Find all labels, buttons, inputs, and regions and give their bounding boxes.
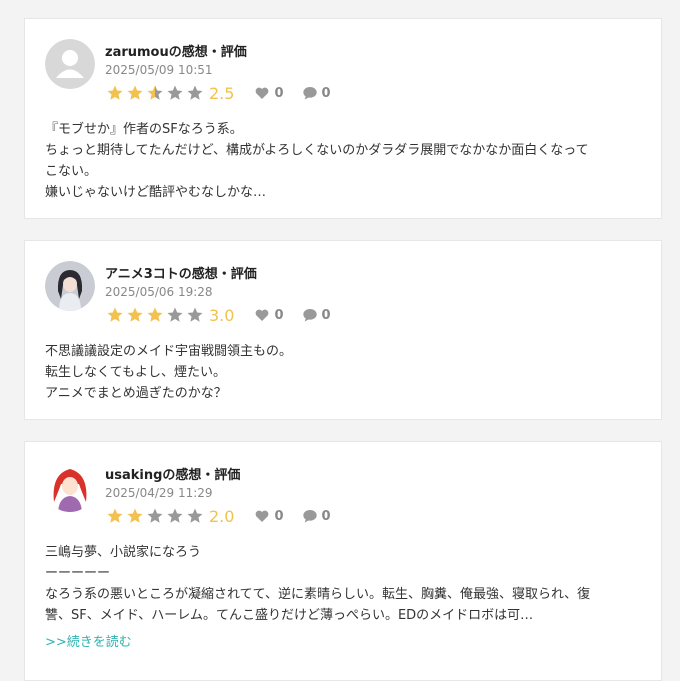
review-card: usakingの感想・評価 2025/04/29 11:29 2.0 0 0 三…: [24, 441, 662, 681]
like-count: 0: [274, 85, 284, 101]
review-meta: 2.5 0 0: [105, 83, 349, 103]
star-empty-icon: [187, 307, 203, 322]
like-count: 0: [274, 307, 284, 323]
review-line: アニメでまとめ過ぎたのかな？: [45, 386, 227, 401]
review-body: 不思議議設定のメイド宇宙戦闘領主もの。 転生しなくてもよし、煙たい。 アニメでま…: [45, 341, 645, 404]
star-empty-icon: [187, 85, 203, 100]
star-empty-icon: [187, 508, 203, 523]
rating-score: 2.0: [209, 506, 235, 526]
rating-stars: [105, 507, 205, 525]
avatar[interactable]: [45, 39, 95, 89]
like-button[interactable]: 0: [254, 85, 284, 101]
heart-icon: [256, 309, 269, 321]
review-line: 讐、SF、メイド、ハーレム。てんこ盛りだけど薄っぺらい。EDのメイドロボは可…: [45, 608, 534, 623]
default-user-icon: [45, 39, 95, 89]
review-line: 三嶋与夢、小説家になろう: [45, 545, 202, 560]
review-card: アニメ3コトの感想・評価 2025/05/06 19:28 3.0 0 0 不思…: [24, 240, 662, 420]
comment-count: 0: [321, 508, 331, 524]
review-line: 『モブせか』作者のSFなろう系。: [45, 122, 243, 137]
review-line: こない。: [45, 164, 98, 179]
speech-bubble-icon: [302, 510, 317, 523]
rating-score: 3.0: [209, 305, 235, 325]
review-card: zarumouの感想・評価 2025/05/09 10:51 2.5 0 0 『…: [24, 18, 662, 219]
like-button[interactable]: 0: [254, 307, 284, 323]
review-line: なろう系の悪いところが凝縮されてて、逆に素晴らしい。転生、胸糞、俺最強、寝取られ…: [45, 587, 591, 602]
star-filled-icon: [107, 85, 123, 100]
rating-stars: [105, 306, 205, 324]
star-filled-icon: [127, 508, 143, 523]
anime-girl-avatar: [45, 261, 95, 311]
star-half-icon: [147, 85, 163, 100]
review-date: 2025/05/09 10:51: [105, 63, 213, 77]
review-date: 2025/04/29 11:29: [105, 486, 213, 500]
comment-count: 0: [321, 307, 331, 323]
review-meta: 2.0 0 0: [105, 506, 349, 526]
red-hair-girl-avatar: [45, 462, 95, 512]
rating-stars: [105, 84, 205, 102]
avatar[interactable]: [45, 261, 95, 311]
speech-bubble-icon: [302, 309, 317, 322]
comment-button[interactable]: 0: [302, 85, 331, 101]
comment-button[interactable]: 0: [302, 508, 331, 524]
comment-count: 0: [321, 85, 331, 101]
avatar[interactable]: [45, 462, 95, 512]
review-date: 2025/05/06 19:28: [105, 285, 213, 299]
review-line: ーーーーー: [45, 566, 111, 581]
review-line: ちょっと期待してたんだけど、構成がよろしくないのかダラダラ展開でなかなか面白くな…: [45, 143, 589, 158]
star-empty-icon: [167, 508, 183, 523]
star-empty-icon: [167, 85, 183, 100]
like-count: 0: [274, 508, 284, 524]
review-body: 三嶋与夢、小説家になろう ーーーーー なろう系の悪いところが凝縮されてて、逆に素…: [45, 542, 645, 626]
star-empty-icon: [167, 307, 183, 322]
review-line: 転生しなくてもよし、煙たい。: [45, 365, 226, 380]
like-button[interactable]: 0: [254, 508, 284, 524]
speech-bubble-icon: [302, 87, 317, 100]
rating-score: 2.5: [209, 83, 235, 103]
review-line: 不思議議設定のメイド宇宙戦闘領主もの。: [45, 344, 293, 359]
review-title[interactable]: usakingの感想・評価: [105, 464, 240, 483]
star-filled-icon: [147, 307, 163, 322]
star-filled-icon: [127, 307, 143, 322]
review-meta: 3.0 0 0: [105, 305, 349, 325]
star-filled-icon: [107, 307, 123, 322]
star-empty-icon: [147, 508, 163, 523]
heart-icon: [256, 510, 269, 522]
heart-icon: [256, 87, 269, 99]
read-more-link[interactable]: >>続きを読む: [45, 631, 132, 650]
star-filled-icon: [107, 508, 123, 523]
review-line: 嫌いじゃないけど酷評やむなしかな…: [45, 185, 267, 200]
review-title[interactable]: zarumouの感想・評価: [105, 41, 247, 60]
star-filled-icon: [127, 85, 143, 100]
comment-button[interactable]: 0: [302, 307, 331, 323]
review-title[interactable]: アニメ3コトの感想・評価: [105, 263, 257, 282]
review-body: 『モブせか』作者のSFなろう系。 ちょっと期待してたんだけど、構成がよろしくない…: [45, 119, 645, 203]
